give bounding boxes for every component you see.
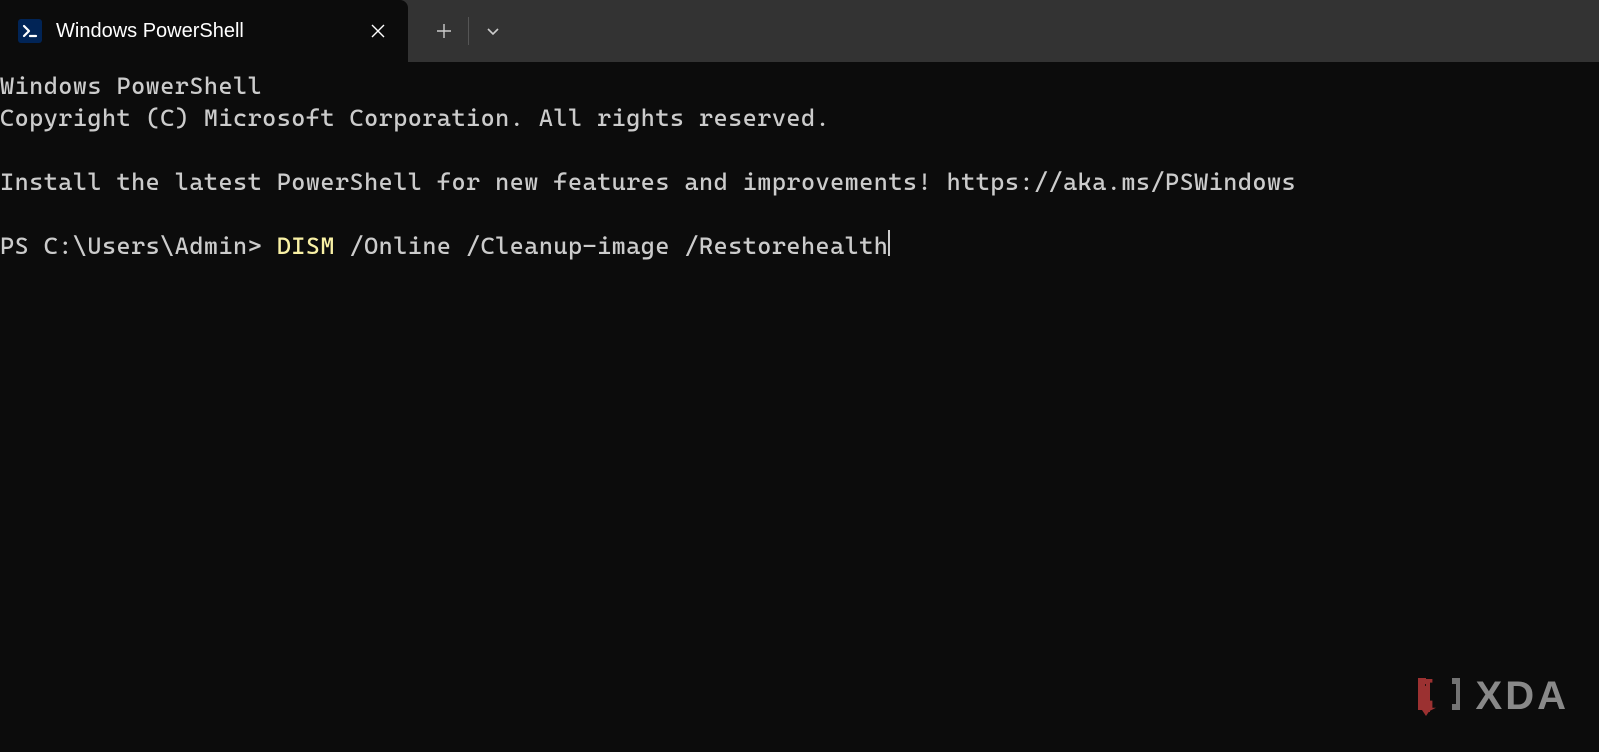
banner-line: Windows PowerShell: [0, 70, 1599, 102]
close-icon: [371, 24, 385, 38]
terminal-output[interactable]: Windows PowerShell Copyright (C) Microso…: [0, 62, 1599, 262]
prompt-path: PS C:\Users\Admin>: [0, 230, 277, 262]
title-bar: Windows PowerShell: [0, 0, 1599, 62]
tab-dropdown-button[interactable]: [469, 0, 517, 62]
install-message: Install the latest PowerShell for new fe…: [0, 166, 1599, 198]
command-args: /Online /Cleanup-image /Restorehealth: [335, 230, 888, 262]
powershell-icon: [18, 19, 42, 43]
xda-watermark: XDA: [1416, 670, 1569, 722]
blank-line: [0, 134, 1599, 166]
copyright-line: Copyright (C) Microsoft Corporation. All…: [0, 102, 1599, 134]
plus-icon: [436, 23, 452, 39]
prompt-line: PS C:\Users\Admin> DISM /Online /Cleanup…: [0, 230, 1599, 262]
new-tab-button[interactable]: [420, 0, 468, 62]
tab-close-button[interactable]: [364, 17, 392, 45]
blank-line: [0, 198, 1599, 230]
command-name: DISM: [277, 230, 335, 262]
text-cursor: [888, 230, 890, 256]
chevron-down-icon: [486, 24, 500, 38]
tab-title: Windows PowerShell: [56, 20, 364, 43]
xda-logo-text: XDA: [1476, 674, 1569, 719]
active-tab[interactable]: Windows PowerShell: [0, 0, 408, 62]
tab-actions: [408, 0, 517, 62]
xda-logo-icon: [1416, 670, 1464, 722]
